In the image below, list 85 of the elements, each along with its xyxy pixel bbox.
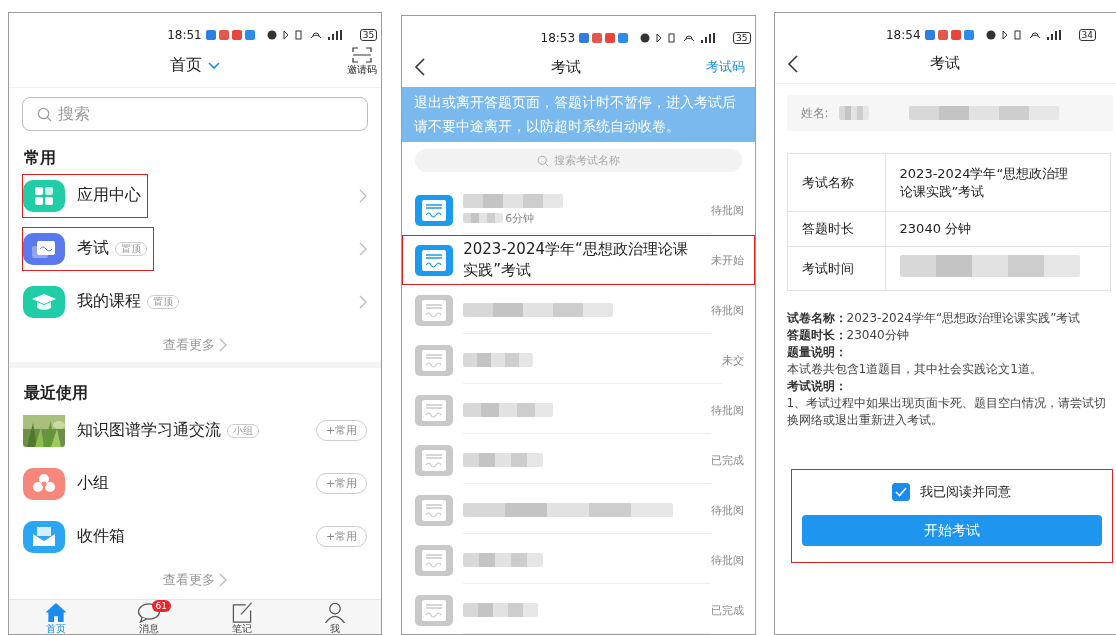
exam-title: 2023-2024学年“思想政治理论课实践”考试 [463, 238, 689, 281]
redacted-text [463, 352, 534, 367]
search-field[interactable]: 搜索 [22, 97, 369, 131]
note-text: 试卷名称：2023-2024学年“思想政治理论课实践”考试 [786, 310, 1082, 327]
unread-badge: 61 [151, 600, 171, 612]
item-label: 小组 [77, 473, 109, 494]
exam-row[interactable]: 已完成 [402, 435, 755, 485]
exam-status: 未交 [721, 352, 744, 368]
table-cell: 答题时长 [787, 211, 886, 247]
exam-code-link[interactable]: 考试码 [705, 58, 745, 76]
chevron-right-icon [359, 241, 368, 256]
item-label: 考试 [77, 238, 109, 259]
exam-row[interactable]: 待批阅 [402, 285, 755, 335]
exam-row[interactable]: 待批阅 [402, 485, 755, 535]
exam-row[interactable]: 待批阅 [402, 535, 755, 585]
redacted-text [838, 106, 869, 120]
exam-row[interactable]: 2023-2024学年“思想政治理论课实践”考试 未开始 [402, 235, 755, 285]
scan-icon[interactable] [352, 47, 373, 63]
agreement-label[interactable]: 我已阅读并同意 [920, 483, 1012, 501]
note-text: 本试卷共包含1道题目，其中社会实践论文1道。 [786, 361, 1043, 378]
redacted-text [463, 213, 504, 223]
back-icon[interactable] [786, 54, 799, 73]
exam-status: 已完成 [710, 602, 744, 618]
item-label: 知识图谱学习通交流 [77, 420, 221, 441]
see-more-link[interactable]: 查看更多 [163, 571, 228, 589]
invite-code-label[interactable]: 邀请码 [347, 64, 378, 75]
exam-row[interactable]: 已完成 [402, 585, 755, 634]
status-time: 18:53 [540, 31, 576, 45]
note-text: 1、考试过程中如果出现页面卡死、题目空白情况，请尝试切换网络或退出重新进入考试。 [786, 395, 1108, 429]
page-title: 考试 [929, 54, 960, 73]
exam-duration: 6分钟 [505, 210, 535, 226]
exam-status: 待批阅 [710, 202, 744, 218]
exam-status: 待批阅 [710, 502, 744, 518]
page-title-text: 首页 [170, 55, 203, 76]
exam-status: 未开始 [710, 252, 744, 268]
battery-level: 35 [359, 29, 378, 41]
exam-status: 待批阅 [710, 552, 744, 568]
graduation-cap-icon [23, 285, 65, 318]
item-label: 我的课程 [77, 291, 141, 312]
battery-level: 35 [733, 32, 751, 44]
section-heading: 常用 [23, 147, 57, 169]
apps-grid-icon [23, 179, 65, 212]
exam-status: 已完成 [710, 452, 744, 468]
table-cell: 2023-2024学年“思想政治理论课实践”考试 [885, 153, 1111, 212]
exam-status: 待批阅 [710, 402, 744, 418]
dropdown-caret-icon[interactable] [208, 61, 221, 70]
back-icon[interactable] [414, 58, 427, 76]
name-label: 姓名: [800, 104, 829, 122]
status-time: 18:54 [885, 28, 921, 42]
tab[interactable]: 我 [288, 600, 382, 634]
person-icon [322, 602, 347, 623]
exam-paper-icon [23, 232, 65, 265]
tab[interactable]: 消息 61 [102, 600, 196, 634]
exam-status: 待批阅 [710, 302, 744, 318]
section-label: 题量说明： [786, 344, 848, 361]
item-label: 应用中心 [77, 185, 141, 206]
tab[interactable]: 笔记 [195, 600, 289, 634]
section-label: 考试说明： [786, 378, 848, 395]
chevron-right-icon [219, 573, 228, 587]
exam-row[interactable]: 6分钟 待批阅 [402, 185, 755, 235]
search-icon [37, 106, 52, 122]
status-time: 18:51 [167, 28, 202, 42]
notice-banner: 退出或离开答题页面，答题计时不暂停，进入考试后请不要中途离开，以防超时系统自动收卷。 [402, 87, 755, 142]
chevron-right-icon [219, 338, 228, 352]
section-heading: 最近使用 [23, 382, 89, 404]
table-cell: 23040 分钟 [885, 211, 1111, 247]
search-field[interactable]: 搜索考试名称 [415, 149, 742, 172]
table-cell: 考试时间 [787, 246, 886, 291]
exam-row[interactable]: 待批阅 [402, 385, 755, 435]
note-text: 答题时长：23040分钟 [786, 327, 910, 344]
chevron-right-icon [359, 294, 368, 309]
checkbox[interactable] [892, 483, 911, 501]
exam-row[interactable]: 未交 [402, 335, 755, 385]
table-cell: 考试名称 [787, 153, 886, 212]
home-icon [43, 602, 68, 623]
chevron-right-icon [359, 188, 368, 203]
item-label: 收件箱 [77, 526, 125, 547]
clover-icon [23, 467, 65, 500]
start-exam-button[interactable]: 开始考试 [801, 515, 1102, 546]
see-more-link[interactable]: 查看更多 [163, 336, 228, 354]
page-title: 考试 [550, 57, 581, 77]
search-icon [536, 154, 549, 167]
battery-level: 34 [1078, 29, 1096, 41]
envelope-icon [23, 520, 65, 553]
tab[interactable]: 首页 [9, 600, 103, 634]
